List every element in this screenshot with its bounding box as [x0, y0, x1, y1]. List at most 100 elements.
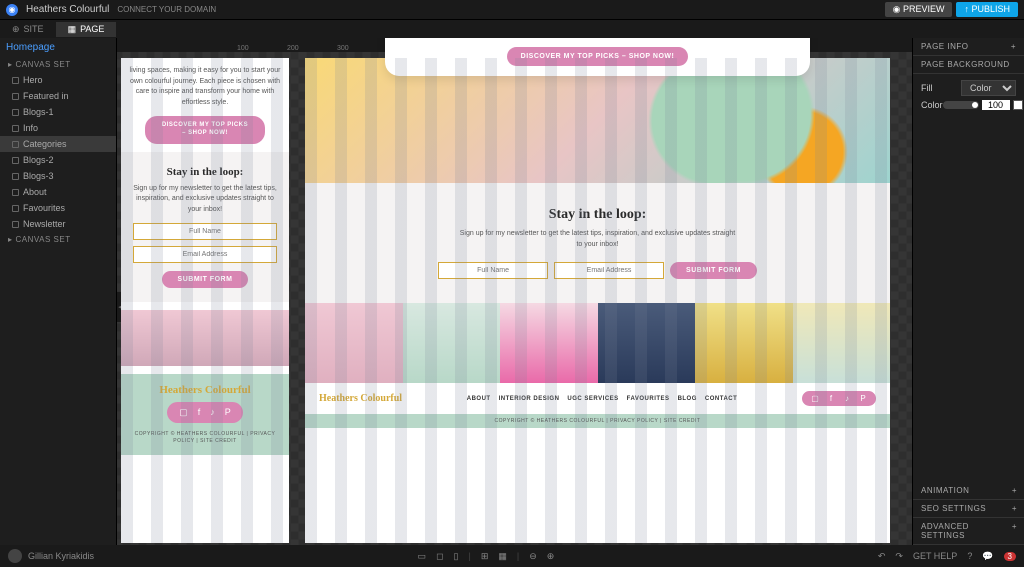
- gallery-1: [305, 303, 403, 383]
- facebook-icon[interactable]: f: [198, 407, 201, 418]
- layer-hero[interactable]: Hero: [0, 72, 116, 88]
- app-logo-icon: ◉: [6, 4, 18, 16]
- publish-button[interactable]: ↑ PUBLISH: [956, 2, 1018, 17]
- loop-text-mobile: Sign up for my newsletter to get the lat…: [133, 184, 277, 216]
- mobile-view-icon[interactable]: ▯: [454, 551, 459, 562]
- color-label: Color: [921, 100, 943, 110]
- shop-button-mobile[interactable]: DISCOVER MY TOP PICKS – SHOP NOW!: [145, 116, 265, 144]
- page-name-header[interactable]: Homepage: [0, 38, 116, 57]
- nav-ugc[interactable]: UGC SERVICES: [567, 396, 618, 402]
- instagram-icon[interactable]: ▢: [179, 407, 188, 418]
- nav-about[interactable]: ABOUT: [467, 396, 491, 402]
- fill-select[interactable]: Color: [961, 80, 1016, 96]
- nav-interior[interactable]: INTERIOR DESIGN: [499, 396, 560, 402]
- undo-icon[interactable]: ↶: [878, 551, 886, 562]
- layer-newsletter[interactable]: Newsletter: [0, 216, 116, 232]
- advanced-section[interactable]: ADVANCED SETTINGS+: [913, 518, 1024, 545]
- gallery-4: [598, 303, 696, 383]
- opacity-slider[interactable]: [943, 101, 979, 109]
- opacity-input[interactable]: [982, 100, 1010, 110]
- nav-contact[interactable]: CONTACT: [705, 396, 737, 402]
- preview-button[interactable]: ◉ PREVIEW: [885, 2, 953, 17]
- footer-nav: ABOUT INTERIOR DESIGN UGC SERVICES FAVOU…: [467, 396, 738, 402]
- hero-text-mobile: living spaces, making it easy for you to…: [129, 66, 281, 108]
- right-panel: PAGE INFO+ PAGE BACKGROUND Fill Color Co…: [912, 38, 1024, 545]
- page-info-section[interactable]: PAGE INFO+: [913, 38, 1024, 56]
- canvas-set-header-top[interactable]: ▸ CANVAS SET: [0, 57, 116, 72]
- zoom-out-icon[interactable]: ⊖: [529, 551, 537, 562]
- hero-text-desktop: colourful journey. Each piece is chosen …: [399, 38, 796, 39]
- email-input-desktop[interactable]: [554, 262, 664, 279]
- submit-button-mobile[interactable]: SUBMIT FORM: [162, 271, 249, 288]
- instagram-icon[interactable]: ▢: [810, 394, 820, 403]
- full-name-input-desktop[interactable]: [438, 262, 548, 279]
- layer-blogs-3[interactable]: Blogs-3: [0, 168, 116, 184]
- zoom-in-icon[interactable]: ⊕: [547, 551, 555, 562]
- hero-image: colourful journey. Each piece is chosen …: [305, 58, 890, 183]
- tablet-view-icon[interactable]: ◻: [436, 551, 443, 562]
- layer-featured-in[interactable]: Featured in: [0, 88, 116, 104]
- social-links-mobile[interactable]: ▢ f ♪ P: [167, 402, 243, 423]
- layer-categories[interactable]: Categories: [0, 136, 116, 152]
- redo-icon[interactable]: ↷: [895, 551, 903, 562]
- footer-logo-desktop: Heathers Colourful: [319, 393, 402, 404]
- desktop-view-icon[interactable]: ▭: [418, 551, 427, 562]
- chat-icon[interactable]: 💬: [982, 551, 993, 562]
- gallery-5: [695, 303, 793, 383]
- facebook-icon[interactable]: f: [826, 394, 836, 403]
- loop-title-mobile: Stay in the loop:: [133, 166, 277, 178]
- gallery-3: [500, 303, 598, 383]
- site-name: Heathers Colourful: [26, 4, 109, 15]
- copyright-mobile: COPYRIGHT © HEATHERS COLOURFUL | PRIVACY…: [131, 431, 279, 445]
- get-help-link[interactable]: GET HELP: [913, 551, 957, 561]
- layer-about[interactable]: About: [0, 184, 116, 200]
- gallery-image-mobile: [121, 310, 289, 366]
- canvas-area[interactable]: 100200300 ◂ ▸ living spaces, making it e…: [117, 38, 912, 545]
- gallery-row: [305, 303, 890, 383]
- footer-mobile: Heathers Colourful ▢ f ♪ P COPYRIGHT © H…: [121, 374, 289, 455]
- layout-icon[interactable]: ▦: [498, 551, 507, 562]
- page-background-section[interactable]: PAGE BACKGROUND: [913, 56, 1024, 74]
- user-name: Gillian Kyriakidis: [28, 551, 94, 561]
- layer-favourites[interactable]: Favourites: [0, 200, 116, 216]
- nav-blog[interactable]: BLOG: [678, 396, 697, 402]
- nav-favourites[interactable]: FAVOURITES: [627, 396, 670, 402]
- copyright-desktop: COPYRIGHT © HEATHERS COLOURFUL | PRIVACY…: [305, 414, 890, 428]
- top-bar: ◉ Heathers Colourful CONNECT YOUR DOMAIN…: [0, 0, 1024, 20]
- help-icon[interactable]: ?: [967, 551, 972, 561]
- tab-site[interactable]: ⊕ SITE: [0, 22, 56, 37]
- gallery-2: [403, 303, 501, 383]
- submit-button-desktop[interactable]: SUBMIT FORM: [670, 262, 757, 279]
- layer-info[interactable]: Info: [0, 120, 116, 136]
- left-panel: Homepage ▸ CANVAS SET Hero Featured in B…: [0, 38, 117, 545]
- loop-title-desktop: Stay in the loop:: [345, 207, 850, 223]
- user-avatar[interactable]: [8, 549, 22, 563]
- loop-text-desktop: Sign up for my newsletter to get the lat…: [458, 229, 738, 250]
- tiktok-icon[interactable]: ♪: [842, 394, 852, 403]
- email-input-mobile[interactable]: [133, 246, 277, 263]
- tab-bar: ⊕ SITE ▦ PAGE: [0, 20, 1024, 38]
- bottom-bar: Gillian Kyriakidis ▭ ◻ ▯ | ⊞ ▦ | ⊖ ⊕ ↶ ↷…: [0, 545, 1024, 567]
- canvas-set-header-bottom[interactable]: ▸ CANVAS SET: [0, 232, 116, 247]
- notification-badge[interactable]: 3: [1004, 552, 1016, 561]
- footer-desktop: Heathers Colourful ABOUT INTERIOR DESIGN…: [305, 383, 890, 414]
- layer-blogs-1[interactable]: Blogs-1: [0, 104, 116, 120]
- color-swatch[interactable]: [1013, 100, 1023, 110]
- grid-icon[interactable]: ⊞: [481, 551, 489, 562]
- gallery-6: [793, 303, 891, 383]
- pinterest-icon[interactable]: P: [225, 407, 231, 418]
- social-links-desktop[interactable]: ▢ f ♪ P: [802, 391, 876, 406]
- pinterest-icon[interactable]: P: [858, 394, 868, 403]
- tab-page[interactable]: ▦ PAGE: [56, 22, 117, 37]
- seo-section[interactable]: SEO SETTINGS+: [913, 500, 1024, 518]
- shop-button-desktop[interactable]: DISCOVER MY TOP PICKS – SHOP NOW!: [507, 47, 689, 66]
- mobile-canvas[interactable]: living spaces, making it easy for you to…: [121, 58, 289, 543]
- tiktok-icon[interactable]: ♪: [210, 407, 215, 418]
- footer-logo-mobile: Heathers Colourful: [131, 384, 279, 396]
- full-name-input-mobile[interactable]: [133, 223, 277, 240]
- desktop-canvas[interactable]: colourful journey. Each piece is chosen …: [305, 58, 890, 543]
- fill-label: Fill: [921, 83, 933, 93]
- layer-blogs-2[interactable]: Blogs-2: [0, 152, 116, 168]
- connect-domain-link[interactable]: CONNECT YOUR DOMAIN: [117, 5, 216, 14]
- animation-section[interactable]: ANIMATION+: [913, 482, 1024, 500]
